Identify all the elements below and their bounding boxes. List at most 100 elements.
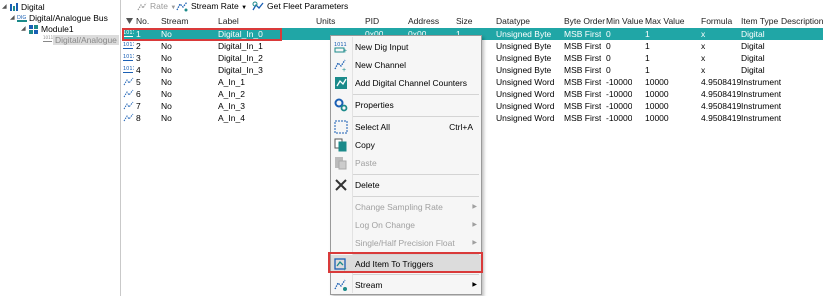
cell-item-type: Digital [741,65,765,75]
menu-item-change-sampling-rate[interactable]: Change Sampling Rate ▶ [331,198,481,216]
cell-max-value: 10000 [645,113,669,123]
bus-icon: DIG [17,15,27,22]
column-header-units[interactable]: Units [316,14,335,28]
tree-item-digital[interactable]: Digital [21,2,45,13]
cell-item-type: Instrumentatio [741,89,781,99]
menu-separator [353,116,479,117]
analog-input-icon [123,113,134,122]
menu-item-highlight-box [328,252,483,273]
digital-input-icon: 1011 [43,35,53,42]
cell-label: A_In_3 [218,101,245,111]
collapse-arrow-icon[interactable]: ◢ [2,2,7,13]
cell-min-value: 0 [606,53,611,63]
cell-stream: No [161,101,172,111]
menu-item-delete[interactable]: Delete [331,176,481,194]
cell-formula: 4.950841977 [701,113,741,123]
row-status-icon [126,18,133,24]
cell-min-value: -10000 [606,101,633,111]
cell-formula: 4.950841977 [701,77,741,87]
menu-item-new-dig-input[interactable]: 1011 + New Dig Input [331,38,481,56]
column-header-min-value[interactable]: Min Value [606,14,643,28]
column-header-byte-order[interactable]: Byte Order [564,14,605,28]
analog-input-icon [123,77,134,86]
cell-formula: x [701,65,706,75]
cell-byte-order: MSB First [564,41,602,51]
cell-no: 6 [136,89,141,99]
fleet-parameters-icon [252,1,264,11]
svg-text:1011: 1011 [123,54,134,60]
cell-byte-order: MSB First [564,65,602,75]
column-header-address[interactable]: Address [408,14,439,28]
cell-byte-order: MSB First [564,101,602,111]
collapse-arrow-icon[interactable]: ◢ [21,24,26,35]
cell-no: 8 [136,113,141,123]
cell-item-type: Digital [741,53,765,63]
cell-byte-order: MSB First [564,29,602,39]
cell-label: A_In_1 [218,77,245,87]
cell-label: Digital_In_1 [218,41,263,51]
cell-label: Digital_In_3 [218,65,263,75]
cell-stream: No [161,41,172,51]
column-header-size[interactable]: Size [456,14,473,28]
cell-stream: No [161,77,172,87]
menu-separator [353,94,479,95]
menu-item-copy[interactable]: Copy [331,136,481,154]
cell-datatype: Unsigned Word [496,113,555,123]
svg-text:1011: 1011 [123,42,134,48]
cell-min-value: 0 [606,65,611,75]
column-header-stream[interactable]: Stream [161,14,188,28]
cell-datatype: Unsigned Byte [496,65,552,75]
rate-button[interactable]: Rate ▼ [150,0,176,13]
cell-no: 7 [136,101,141,111]
cell-item-type: Instrumentatio [741,113,781,123]
column-header-no[interactable]: No. [136,14,149,28]
stream-rate-button[interactable]: Stream Rate ▼ [191,0,247,13]
cell-max-value: 10000 [645,101,669,111]
get-fleet-parameters-button[interactable]: Get Fleet Parameters [267,0,348,13]
cell-datatype: Unsigned Word [496,77,555,87]
column-header-label[interactable]: Label [218,14,239,28]
cell-byte-order: MSB First [564,89,602,99]
cell-min-value: -10000 [606,77,633,87]
menu-item-add-digital-counters[interactable]: Add Digital Channel Counters [331,74,481,92]
cell-max-value: 1 [645,53,650,63]
menu-item-single-half-precision[interactable]: Single/Half Precision Float ▶ [331,234,481,252]
column-header-description[interactable]: Description [781,14,823,28]
cell-max-value: 1 [645,29,650,39]
menu-item-stream[interactable]: Stream ▶ [331,276,481,294]
column-header-pid[interactable]: PID [365,14,379,28]
cell-datatype: Unsigned Byte [496,41,552,51]
paste-icon [335,157,347,170]
cell-label: Digital_In_2 [218,53,263,63]
menu-item-properties[interactable]: Properties [331,96,481,114]
analog-input-icon [123,89,134,98]
column-header-item-type[interactable]: Item Type [741,14,778,28]
collapse-arrow-icon[interactable]: ◢ [10,13,15,24]
svg-text:1011: 1011 [123,30,134,36]
analog-input-icon [123,101,134,110]
menu-item-paste[interactable]: Paste [331,154,481,172]
cell-formula: 4.950841977 [701,89,741,99]
cell-min-value: -10000 [606,113,633,123]
menu-item-select-all[interactable]: Select All Ctrl+A [331,118,481,136]
tree-item-bus[interactable]: Digital/Analogue Bus [29,13,108,24]
cell-label: A_In_2 [218,89,245,99]
cell-item-type: Digital [741,29,765,39]
menu-item-new-channel[interactable]: + New Channel [331,56,481,74]
cell-formula: 4.950841977 [701,101,741,111]
cell-datatype: Unsigned Word [496,89,555,99]
stream-icon [334,279,347,291]
cell-no: 3 [136,53,141,63]
cell-stream: No [161,53,172,63]
cell-byte-order: MSB First [564,77,602,87]
column-header-max-value[interactable]: Max Value [645,14,685,28]
cell-stream: No [161,113,172,123]
tree-item-module[interactable]: Module1 [41,24,74,35]
menu-separator [353,174,479,175]
cell-byte-order: MSB First [564,113,602,123]
column-header-datatype[interactable]: Datatype [496,14,530,28]
cell-formula: x [701,29,706,39]
column-header-formula[interactable]: Formula [701,14,732,28]
menu-item-log-on-change[interactable]: Log On Change ▶ [331,216,481,234]
tree-item-selected[interactable]: Digital/Analogue [53,35,119,45]
